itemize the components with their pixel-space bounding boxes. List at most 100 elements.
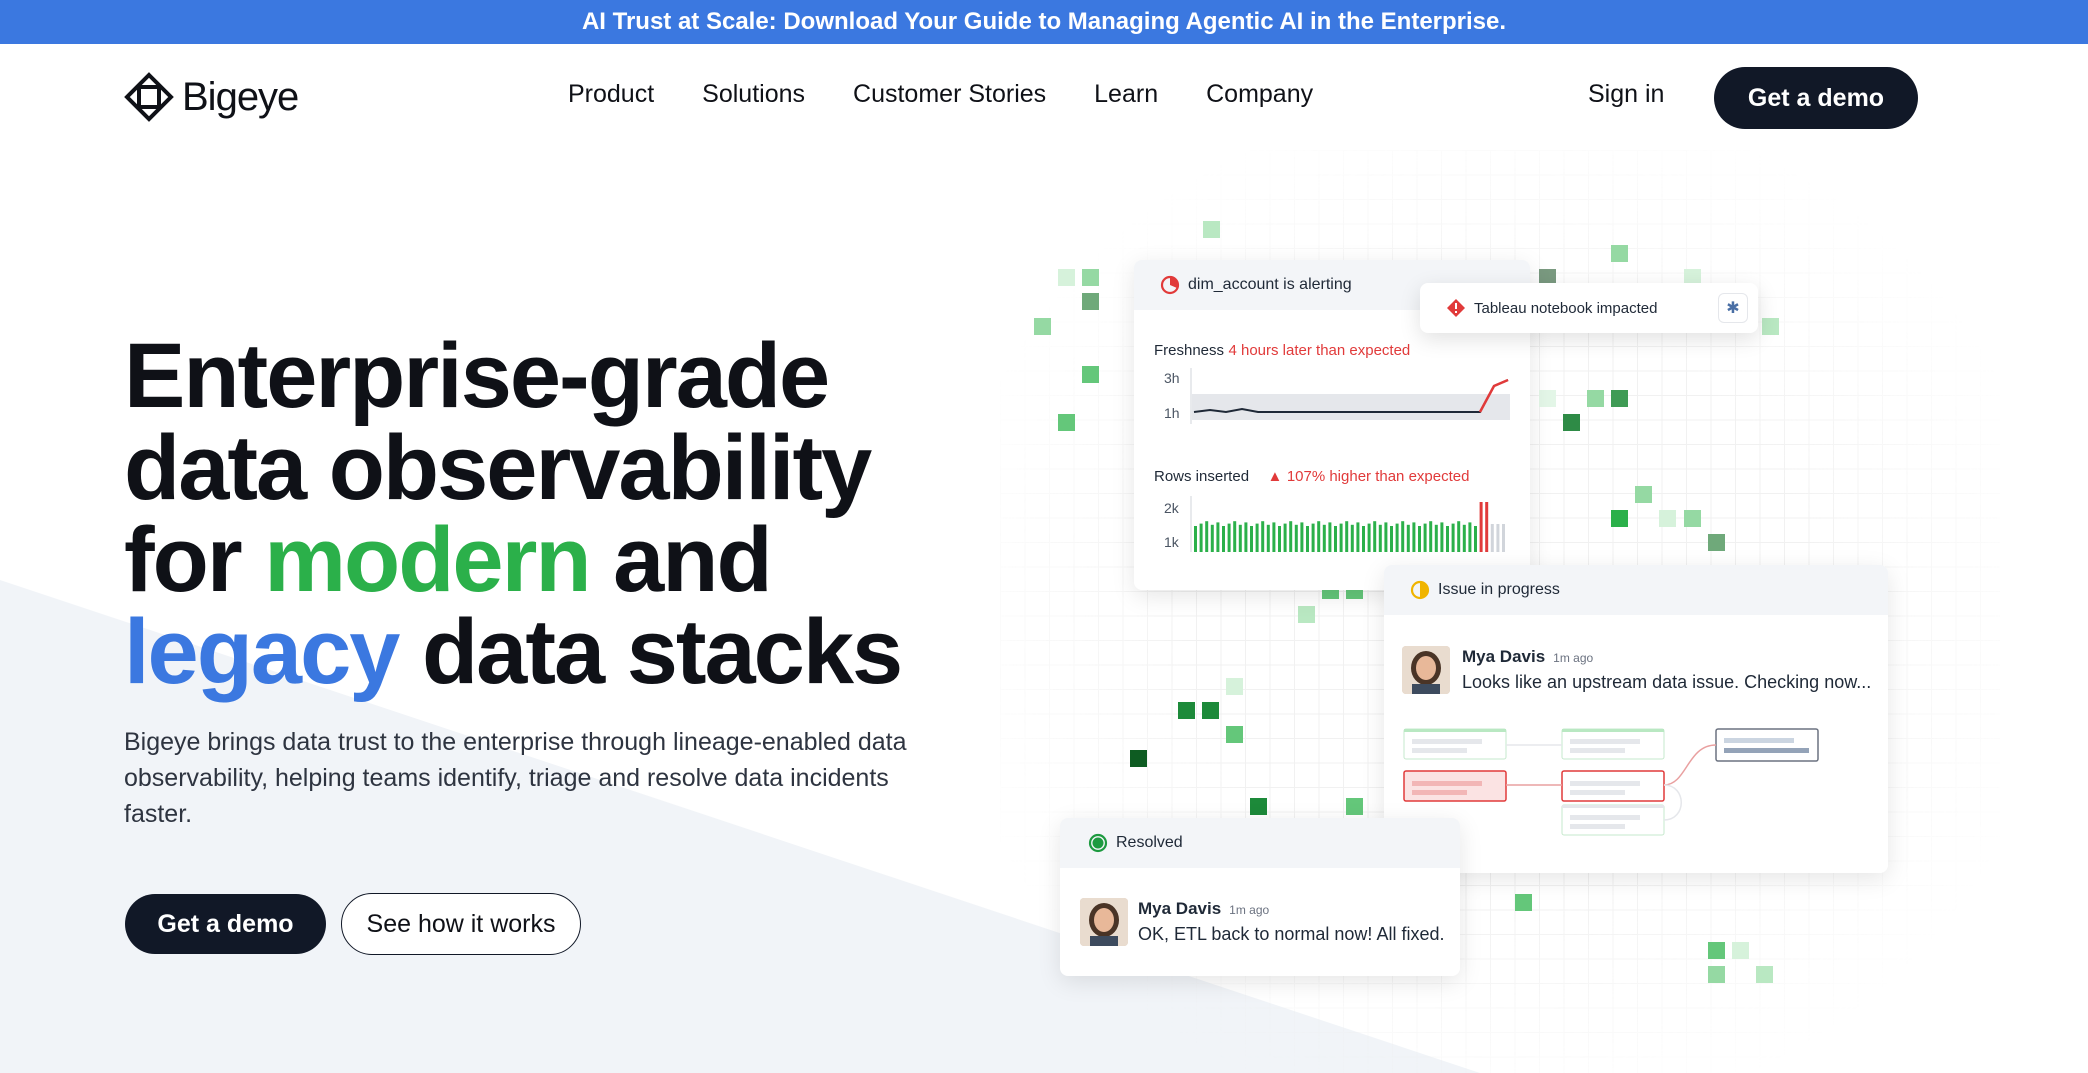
- sign-in-link[interactable]: Sign in: [1588, 80, 1664, 109]
- deco-square: [1611, 245, 1628, 262]
- tableau-card[interactable]: Tableau notebook impacted ✱: [1420, 283, 1758, 333]
- hero-get-demo-button[interactable]: Get a demo: [125, 894, 326, 954]
- resolved-card[interactable]: Resolved Mya Davis 1m ago OK, ETL back to…: [1060, 818, 1460, 976]
- rows-bar: [1440, 522, 1444, 552]
- nav-item-solutions[interactable]: Solutions: [702, 80, 805, 109]
- resolved-icon: [1088, 833, 1108, 853]
- rows-bar: [1423, 523, 1427, 552]
- hero-title-line4: legacy data stacks: [124, 606, 1024, 698]
- rows-bar: [1356, 522, 1360, 552]
- hero-subtitle: Bigeye brings data trust to the enterpri…: [124, 728, 907, 828]
- deco-square: [1635, 486, 1652, 503]
- deco-square: [1762, 318, 1779, 335]
- rows-bar: [1272, 522, 1276, 552]
- rows-bar: [1255, 523, 1259, 552]
- issue-message-header: Mya Davis 1m ago: [1462, 647, 1593, 667]
- freshness-row: Freshness 4 hours later than expected: [1154, 342, 1410, 360]
- nav-get-demo-button[interactable]: Get a demo: [1714, 67, 1918, 129]
- deco-square: [1611, 510, 1628, 527]
- deco-square: [1058, 269, 1075, 286]
- rows-bar: [1345, 521, 1349, 552]
- issue-user-name: Mya Davis: [1462, 647, 1546, 666]
- rows-bar: [1451, 523, 1455, 552]
- hero-title-line2: data observability: [124, 417, 872, 519]
- rows-bar: [1362, 526, 1365, 552]
- user-avatar: [1080, 898, 1128, 946]
- rows-bar: [1311, 523, 1315, 552]
- rows-bar: [1434, 524, 1438, 552]
- nav-item-company[interactable]: Company: [1206, 80, 1313, 109]
- deco-square: [1756, 966, 1773, 983]
- in-progress-icon: [1410, 580, 1430, 600]
- nav-item-customer-stories[interactable]: Customer Stories: [853, 80, 1046, 109]
- rows-bar: [1496, 524, 1500, 552]
- freshness-tick-1h: 1h: [1164, 405, 1180, 421]
- resolved-time: 1m ago: [1229, 903, 1270, 917]
- nav-item-product[interactable]: Product: [568, 80, 654, 109]
- rows-bar: [1339, 523, 1343, 552]
- deco-square: [1130, 750, 1147, 767]
- deco-square: [1684, 510, 1701, 527]
- rows-bar: [1485, 502, 1489, 552]
- resolved-message-header: Mya Davis 1m ago: [1138, 899, 1269, 919]
- logo[interactable]: Bigeye: [124, 72, 299, 122]
- hero-title-line3: for modern and: [124, 514, 1024, 606]
- promo-banner[interactable]: AI Trust at Scale: Download Your Guide t…: [0, 0, 2088, 44]
- rows-bar: [1278, 526, 1281, 552]
- rows-tick-2k: 2k: [1164, 500, 1179, 516]
- deco-square: [1659, 510, 1676, 527]
- hero-title-for: for: [124, 509, 243, 611]
- deco-square: [1250, 798, 1267, 815]
- lineage-graph: [1403, 728, 1819, 836]
- see-how-it-works-button[interactable]: See how it works: [341, 893, 581, 955]
- rows-bar: [1378, 524, 1382, 552]
- rows-bar: [1446, 526, 1449, 552]
- deco-square: [1539, 390, 1556, 407]
- resolved-message: OK, ETL back to normal now! All fixed.: [1138, 924, 1445, 944]
- warning-icon: [1447, 299, 1465, 317]
- deco-square: [1203, 221, 1220, 238]
- issue-card-title: Issue in progress: [1438, 581, 1560, 598]
- deco-square: [1226, 678, 1243, 695]
- deco-square: [1034, 318, 1051, 335]
- rows-bar: [1479, 502, 1483, 552]
- deco-square: [1082, 293, 1099, 310]
- rows-bar: [1233, 521, 1237, 552]
- rows-bar: [1238, 524, 1242, 552]
- issue-message: Looks like an upstream data issue. Check…: [1462, 672, 1872, 692]
- resolved-user-name: Mya Davis: [1138, 899, 1222, 918]
- rows-tick-1k: 1k: [1164, 534, 1179, 550]
- rows-label: Rows inserted: [1154, 468, 1250, 485]
- rows-bar: [1429, 521, 1433, 552]
- deco-square: [1202, 702, 1219, 719]
- issue-time: 1m ago: [1553, 651, 1594, 665]
- resolved-card-header: Resolved: [1060, 818, 1460, 868]
- rows-bar: [1334, 526, 1337, 552]
- rows-bar: [1490, 524, 1494, 552]
- rows-bar: [1289, 521, 1293, 552]
- deco-square: [1178, 702, 1195, 719]
- rows-bar: [1462, 524, 1466, 552]
- rows-bar: [1283, 523, 1287, 552]
- deco-square: [1708, 966, 1725, 983]
- rows-bar: [1457, 521, 1461, 552]
- resolved-card-title: Resolved: [1116, 834, 1183, 851]
- issue-card-header: Issue in progress: [1384, 565, 1888, 615]
- rows-bar: [1317, 521, 1321, 552]
- nav-item-learn[interactable]: Learn: [1094, 80, 1158, 109]
- rows-bar: [1244, 522, 1248, 552]
- rows-bar: [1222, 526, 1225, 552]
- rows-bar: [1216, 522, 1220, 552]
- rows-chart: [1190, 496, 1505, 552]
- rows-bar: [1401, 521, 1405, 552]
- tableau-icon: ✱: [1718, 293, 1748, 323]
- rows-bar: [1367, 523, 1371, 552]
- rows-bar: [1390, 526, 1393, 552]
- rows-bar: [1300, 522, 1304, 552]
- deco-square: [1708, 534, 1725, 551]
- logo-text: Bigeye: [182, 74, 299, 119]
- rows-row: Rows inserted ▲ 107% higher than expecte…: [1154, 468, 1469, 486]
- top-nav: Bigeye Product Solutions Customer Storie…: [0, 44, 2088, 152]
- user-avatar-image: [1402, 646, 1450, 694]
- deco-square: [1708, 942, 1725, 959]
